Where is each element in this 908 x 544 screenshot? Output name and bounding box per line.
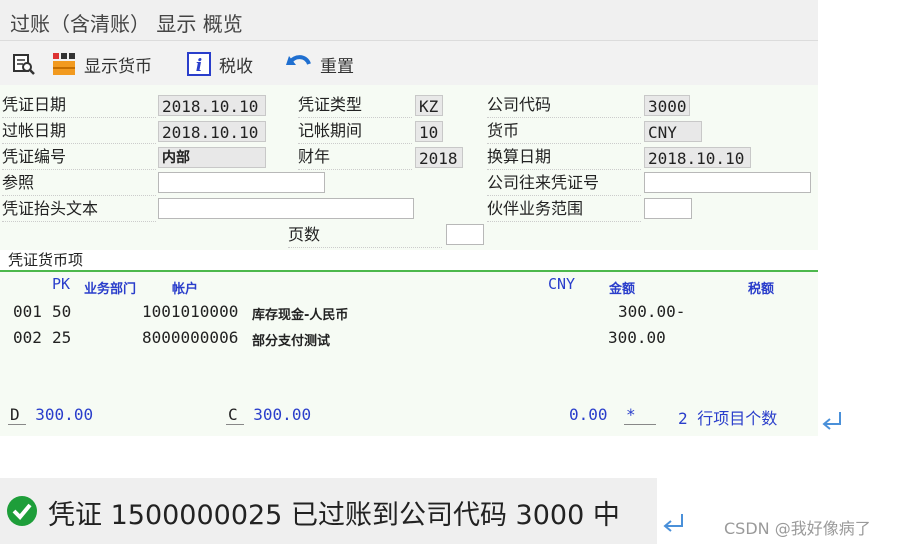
fiscal-year-label: 财年 [298, 145, 412, 170]
undo-icon [286, 55, 311, 65]
credit-value: 300.00 [253, 405, 312, 424]
enter-icon [663, 514, 683, 532]
window-title: 过账（含清账） 显示 概览 [10, 12, 243, 36]
balance-indicator: * [624, 405, 656, 425]
currency-grid-icon [53, 53, 75, 75]
header-text-label: 凭证抬头文本 [2, 197, 156, 222]
company-code-label: 公司代码 [487, 93, 641, 118]
row-number: 001 [13, 302, 42, 321]
document-overview-button[interactable] [12, 51, 44, 77]
col-account: 帐户 [172, 282, 199, 297]
reset-button[interactable]: 重置 [286, 51, 354, 77]
translation-date-field[interactable]: 2018.10.10 [644, 147, 751, 168]
reset-label: 重置 [320, 56, 354, 77]
info-icon: i [187, 52, 211, 76]
cross-cc-number-input[interactable] [644, 172, 811, 193]
col-pk: PK [52, 275, 71, 293]
debit-value: 300.00 [35, 405, 94, 424]
row-pk: 25 [52, 328, 72, 347]
display-currency-label: 显示货币 [84, 56, 152, 77]
doc-date-field[interactable]: 2018.10.10 [158, 95, 266, 116]
credit-label: C [226, 405, 244, 425]
items-section-header [0, 250, 818, 272]
company-code-field[interactable]: 3000 [644, 95, 690, 116]
credit-total: C 300.00 [226, 405, 312, 425]
row-amount: 300.00- [618, 302, 686, 321]
period-label: 记帐期间 [298, 119, 412, 144]
pages-input[interactable] [446, 224, 484, 245]
row-number: 002 [13, 328, 42, 347]
currency-field[interactable]: CNY [644, 121, 702, 142]
reference-label: 参照 [2, 171, 156, 196]
col-business-area: 业务部门 [84, 282, 137, 297]
success-check-icon [7, 496, 37, 526]
tax-label: 税收 [219, 56, 253, 77]
doc-date-label: 凭证日期 [2, 93, 156, 118]
row-account-name: 库存现金-人民币 [252, 308, 349, 323]
debit-label: D [8, 405, 26, 425]
doc-number-field[interactable]: 内部 [158, 147, 266, 168]
header-text-input[interactable] [158, 198, 414, 219]
posting-date-label: 过帐日期 [2, 119, 156, 144]
toolbar: 显示货币 i 税收 重置 [0, 40, 818, 86]
watermark: CSDN @我好像病了 [724, 519, 871, 538]
balance-value: 0.00 [569, 405, 608, 424]
translation-date-label: 换算日期 [487, 145, 641, 170]
cross-cc-number-label: 公司往来凭证号 [487, 171, 641, 196]
trading-partner-input[interactable] [644, 198, 692, 219]
item-count: 2 行项目个数 [678, 405, 777, 429]
col-currency: CNY [548, 275, 576, 293]
posting-date-field[interactable]: 2018.10.10 [158, 121, 266, 142]
status-message: 凭证 1500000025 已过账到公司代码 3000 中 [48, 500, 620, 531]
item-count-value: 2 [678, 409, 688, 428]
reference-input[interactable] [158, 172, 325, 193]
pages-label: 页数 [288, 223, 442, 248]
enter-icon [822, 412, 841, 430]
col-tax: 税额 [748, 282, 775, 297]
currency-label: 货币 [487, 119, 641, 144]
tax-button[interactable]: i 税收 [187, 51, 253, 77]
row-account: 8000000006 [142, 328, 239, 347]
svg-text:i: i [196, 56, 202, 76]
doc-number-label: 凭证编号 [2, 145, 156, 170]
row-account: 1001010000 [142, 302, 239, 321]
doc-type-label: 凭证类型 [298, 93, 412, 118]
row-account-name: 部分支付测试 [252, 334, 331, 349]
document-search-icon [13, 54, 35, 75]
items-section-title: 凭证货币项 [8, 251, 84, 269]
display-currency-button[interactable]: 显示货币 [52, 51, 152, 77]
fiscal-year-field[interactable]: 2018 [415, 147, 463, 168]
row-pk: 50 [52, 302, 72, 321]
item-count-label: 行项目个数 [697, 409, 778, 428]
period-field[interactable]: 10 [415, 121, 443, 142]
col-amount: 金额 [609, 282, 636, 297]
debit-total: D 300.00 [8, 405, 94, 425]
trading-partner-label: 伙伴业务范围 [487, 197, 641, 222]
row-amount: 300.00 [608, 328, 666, 347]
doc-type-field[interactable]: KZ [415, 95, 443, 116]
